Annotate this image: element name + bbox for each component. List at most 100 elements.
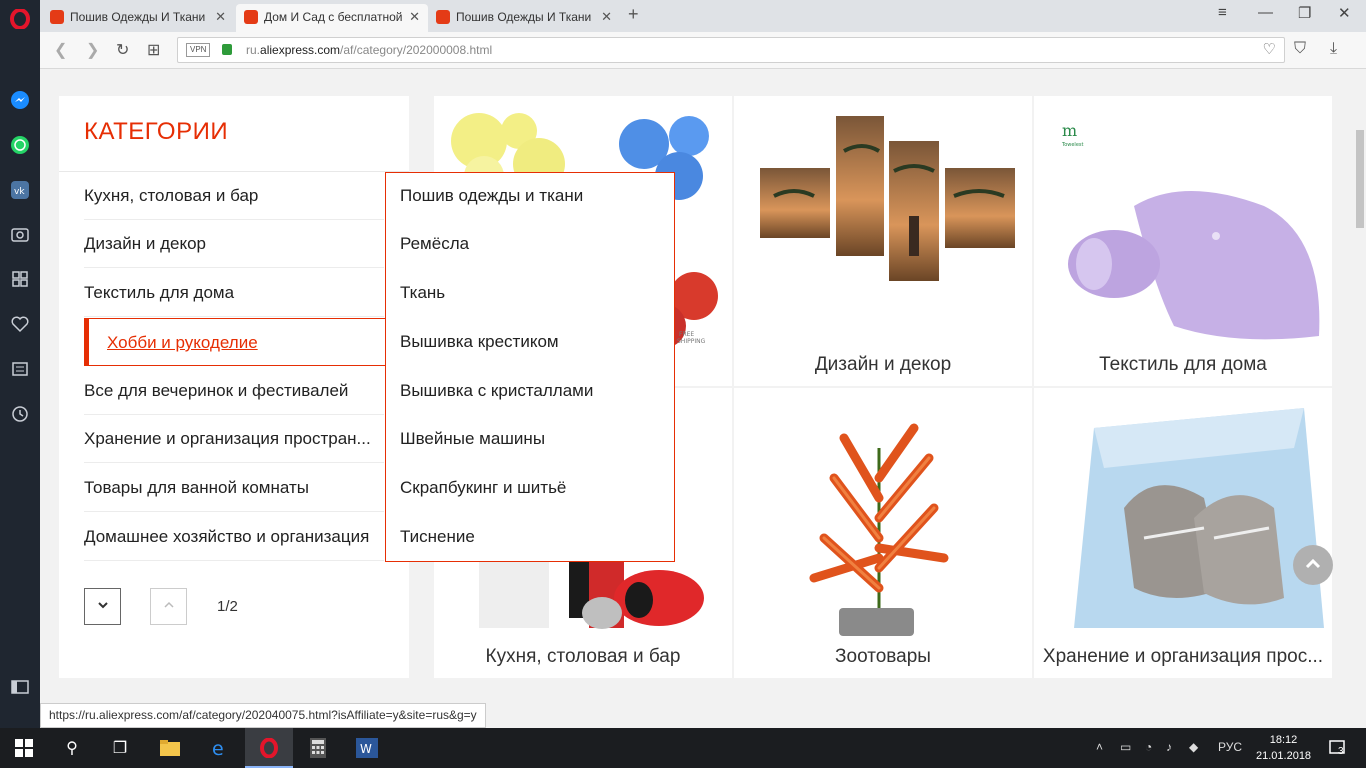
aliexpress-favicon-icon <box>436 10 450 24</box>
url-domain: aliexpress.com <box>260 43 341 57</box>
back-to-top-button[interactable] <box>1293 545 1333 585</box>
volume-icon[interactable]: ♪ <box>1166 740 1172 754</box>
close-tab-icon[interactable]: ✕ <box>409 4 420 30</box>
minimize-icon[interactable]: — <box>1258 4 1273 21</box>
tabs-grid-icon[interactable]: ⊞ <box>147 40 160 60</box>
tab-bar: Пошив Одежды И Ткани ✕ Дом И Сад с беспл… <box>40 0 1366 32</box>
file-explorer-icon[interactable] <box>158 736 182 760</box>
aliexpress-favicon-icon <box>50 10 64 24</box>
category-card-label: Текстиль для дома <box>1099 354 1267 375</box>
category-card[interactable]: Хранение и организация прос... <box>1034 388 1332 678</box>
subcategory-item[interactable]: Вышивка с кристаллами <box>400 381 593 401</box>
svg-text:vk: vk <box>14 187 25 197</box>
subcategory-item[interactable]: Швейные машины <box>400 429 545 449</box>
close-tab-icon[interactable]: ✕ <box>215 4 226 30</box>
category-item[interactable]: Текстиль для дома <box>84 269 384 317</box>
page-content: КАТЕГОРИИ Кухня, столовая и бар Дизайн и… <box>40 70 1354 728</box>
category-card[interactable]: m Towelest Текстиль для дома <box>1034 96 1332 386</box>
edge-icon[interactable]: e <box>208 736 232 760</box>
forward-icon[interactable]: ❯ <box>86 40 99 60</box>
tray-chevron-up-icon[interactable]: ˄ <box>1096 740 1103 754</box>
vk-icon[interactable]: vk <box>9 179 31 201</box>
windows-taskbar: ⚲ ❐ e W ˄ ▭ ◔ ♪ ◆ РУС 18:12 21.01.2018 3 <box>0 728 1366 768</box>
word-icon[interactable]: W <box>355 736 379 760</box>
news-icon[interactable] <box>9 358 31 380</box>
product-image: m Towelest <box>1061 121 1320 340</box>
tab[interactable]: Пошив Одежды И Ткани ✕ <box>42 4 234 32</box>
tab[interactable]: Пошив Одежды И Ткани ✕ <box>428 4 620 32</box>
subcategory-item[interactable]: Ремёсла <box>400 234 469 254</box>
sidebar-toggle-icon[interactable] <box>9 676 31 698</box>
url-prefix: ru. <box>246 43 261 57</box>
url-field[interactable]: VPN ru.aliexpress.com/af/category/202000… <box>177 37 1285 63</box>
subcategory-item[interactable]: Вышивка крестиком <box>400 332 559 352</box>
new-tab-button[interactable]: + <box>628 4 639 25</box>
pager-next-button[interactable] <box>84 588 121 625</box>
category-item[interactable]: Домашнее хозяйство и организация <box>84 513 384 561</box>
camera-icon[interactable] <box>9 223 31 245</box>
categories-title: КАТЕГОРИИ <box>84 118 229 145</box>
calculator-icon[interactable] <box>306 736 330 760</box>
close-tab-icon[interactable]: ✕ <box>601 4 612 30</box>
category-item[interactable]: Все для вечеринок и фестивалей <box>84 367 384 415</box>
heart-icon[interactable] <box>9 313 31 335</box>
language-indicator[interactable]: РУС <box>1218 740 1242 754</box>
bookmark-heart-icon[interactable]: ♡ <box>1263 38 1276 62</box>
pager-prev-button[interactable] <box>150 588 187 625</box>
svg-text:m: m <box>1062 121 1077 140</box>
address-bar-row: ❮ ❯ ↻ ⊞ VPN ru.aliexpress.com/af/categor… <box>40 32 1366 69</box>
categories-panel: КАТЕГОРИИ Кухня, столовая и бар Дизайн и… <box>59 96 409 678</box>
subcategory-item[interactable]: Скрапбукинг и шитьё <box>400 478 566 498</box>
svg-text:Towelest: Towelest <box>1061 142 1083 148</box>
clock-time: 18:12 <box>1269 734 1298 746</box>
opera-sidebar: vk <box>0 0 40 728</box>
reload-icon[interactable]: ↻ <box>116 40 129 60</box>
opera-icon[interactable] <box>257 736 281 760</box>
page-scrollbar[interactable] <box>1354 70 1366 728</box>
history-icon[interactable] <box>9 403 31 425</box>
svg-text:W: W <box>360 742 372 756</box>
category-item[interactable]: Товары для ванной комнаты <box>84 464 384 512</box>
close-window-icon[interactable]: ✕ <box>1338 4 1351 22</box>
clock-date: 21.01.2018 <box>1256 750 1312 762</box>
pager-indicator: 1/2 <box>217 598 238 615</box>
whatsapp-icon[interactable] <box>9 134 31 156</box>
svg-text:FREE: FREE <box>679 331 694 338</box>
url-path: /af/category/202000008.html <box>340 43 493 57</box>
back-icon[interactable]: ❮ <box>54 40 67 60</box>
category-item[interactable]: Кухня, столовая и бар <box>84 172 384 220</box>
chevron-up-icon <box>1305 558 1321 569</box>
tab-menu-icon[interactable]: ≡ <box>1218 4 1227 21</box>
product-image <box>809 423 949 636</box>
svg-text:e: e <box>212 738 224 758</box>
subcategory-item[interactable]: Пошив одежды и ткани <box>400 186 583 206</box>
category-card[interactable]: Дизайн и декор <box>734 96 1032 386</box>
messenger-icon[interactable] <box>9 89 31 111</box>
maximize-icon[interactable]: ❐ <box>1298 4 1311 22</box>
opera-logo-icon[interactable] <box>9 8 31 30</box>
vpn-badge[interactable]: VPN <box>186 43 211 57</box>
tab-title: Дом И Сад с бесплатной <box>264 10 403 24</box>
subcategory-dropdown: Пошив одежды и ткани Ремёсла Ткань Вышив… <box>385 172 675 562</box>
scrollbar-thumb[interactable] <box>1356 130 1364 228</box>
battery-icon[interactable]: ▭ <box>1120 740 1131 754</box>
wifi-icon[interactable]: ◔ <box>1145 740 1152 754</box>
search-icon[interactable]: ⚲ <box>60 736 84 760</box>
subcategory-item[interactable]: Тиснение <box>400 527 475 547</box>
download-icon[interactable]: ⤓ <box>1330 40 1337 58</box>
tab-active[interactable]: Дом И Сад с бесплатной ✕ <box>236 4 428 32</box>
category-card-label: Хранение и организация прос... <box>1042 646 1324 667</box>
task-view-icon[interactable]: ❐ <box>108 736 132 760</box>
windows-start-icon[interactable] <box>12 736 36 760</box>
lock-icon[interactable] <box>222 44 232 55</box>
dropbox-icon[interactable]: ◆ <box>1189 740 1198 754</box>
category-item[interactable]: Хранение и организация простран... <box>84 415 384 463</box>
chevron-up-icon <box>163 601 174 608</box>
clock[interactable]: 18:12 21.01.2018 <box>1256 732 1311 764</box>
speed-dial-icon[interactable] <box>9 268 31 290</box>
category-item-active[interactable]: Хобби и рукоделие <box>84 318 409 366</box>
category-card[interactable]: Зоотовары <box>734 388 1032 678</box>
subcategory-item[interactable]: Ткань <box>400 283 445 303</box>
category-item[interactable]: Дизайн и декор <box>84 220 384 268</box>
shield-icon[interactable]: ⛉ <box>1294 40 1306 58</box>
